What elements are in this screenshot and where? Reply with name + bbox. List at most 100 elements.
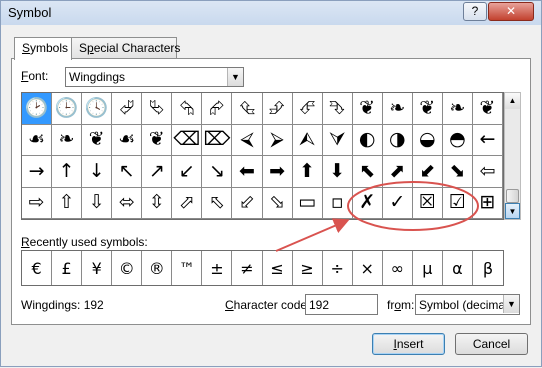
- recent-symbol[interactable]: ™: [172, 251, 203, 285]
- symbol-cell[interactable]: ▫: [322, 187, 353, 219]
- symbol-cell[interactable]: ✓: [382, 187, 413, 219]
- symbol-cell[interactable]: ⮚: [262, 124, 293, 156]
- symbol-cell[interactable]: ⬃: [232, 187, 263, 219]
- symbol-cell[interactable]: ⇧: [52, 187, 83, 219]
- symbol-cell[interactable]: ⬆: [292, 156, 323, 188]
- symbol-cell[interactable]: ❦: [352, 93, 383, 125]
- symbol-cell[interactable]: ⮲: [172, 93, 203, 125]
- scroll-down-icon[interactable]: ▼: [505, 203, 520, 219]
- symbol-cell[interactable]: ❦: [412, 93, 443, 125]
- symbol-cell[interactable]: ←: [472, 124, 503, 156]
- chevron-down-icon[interactable]: ▼: [227, 68, 243, 86]
- help-button[interactable]: ?: [463, 2, 487, 21]
- recent-symbol[interactable]: ∞: [383, 251, 413, 285]
- symbol-cell[interactable]: ☑: [442, 187, 473, 219]
- recent-symbol[interactable]: β: [473, 251, 503, 285]
- symbol-cell[interactable]: ↑: [52, 156, 83, 188]
- symbol-cell[interactable]: ❧: [442, 93, 473, 125]
- symbol-dialog: Symbol ? ✕ Symbols Special Characters Fo…: [0, 0, 542, 367]
- symbol-cell[interactable]: ⮷: [322, 93, 353, 125]
- recent-symbol[interactable]: ÷: [323, 251, 353, 285]
- symbol-cell[interactable]: ⌫: [172, 124, 203, 156]
- symbol-cell[interactable]: ⬋: [412, 156, 443, 188]
- symbol-cell[interactable]: ⇩: [82, 187, 113, 219]
- close-button[interactable]: ✕: [488, 2, 534, 21]
- symbol-cell[interactable]: ⮳: [202, 93, 233, 125]
- symbol-cell[interactable]: ☒: [412, 187, 443, 219]
- symbol-cell[interactable]: ⮴: [232, 93, 263, 125]
- scroll-up-icon[interactable]: ▲: [505, 93, 520, 109]
- recent-symbol[interactable]: €: [22, 251, 53, 285]
- character-code-label: Character code:: [225, 298, 311, 312]
- symbol-cell[interactable]: ↙: [172, 156, 203, 188]
- symbol-cell[interactable]: ⬇: [322, 156, 353, 188]
- symbol-cell[interactable]: ⮛: [322, 124, 353, 156]
- symbol-cell[interactable]: →: [22, 156, 53, 188]
- symbol-cell[interactable]: ➡: [262, 156, 293, 188]
- symbol-cell[interactable]: ⬈: [382, 156, 413, 188]
- from-dropdown[interactable]: Symbol (decimal) ▼: [415, 294, 520, 315]
- symbol-cell[interactable]: ⬁: [202, 187, 233, 219]
- symbol-cell[interactable]: ⬊: [442, 156, 473, 188]
- symbol-cell[interactable]: ⬉: [352, 156, 383, 188]
- symbol-cell[interactable]: ⇦: [472, 156, 503, 188]
- symbol-cell[interactable]: ⬀: [172, 187, 203, 219]
- symbol-cell[interactable]: ⬅: [232, 156, 263, 188]
- symbol-cell[interactable]: ↓: [82, 156, 113, 188]
- recent-symbol[interactable]: µ: [413, 251, 443, 285]
- symbol-cell[interactable]: ☙: [22, 124, 53, 156]
- tab-special-characters[interactable]: Special Characters: [71, 37, 180, 59]
- symbol-cell[interactable]: ⬂: [262, 187, 293, 219]
- symbol-cell[interactable]: ☙: [112, 124, 143, 156]
- recent-symbol[interactable]: ×: [353, 251, 383, 285]
- recent-symbol[interactable]: ©: [112, 251, 143, 285]
- symbol-cell[interactable]: ✗: [352, 187, 383, 219]
- symbol-cell[interactable]: ◑: [382, 124, 413, 156]
- symbol-cell[interactable]: ⊞: [472, 187, 503, 219]
- symbol-cell[interactable]: ⌦: [202, 124, 233, 156]
- symbol-grid: 🕑 🕒 🕓 ⮰ ⮱ ⮲ ⮳ ⮴ ⮵ ⮶ ⮷ ❦ ❧ ❦ ❧ ❦ ☙ ❧ ❦ ☙ ❦ ⌫ ⌦ ⮘ ⮚ ⮙ ⮛ ◐ ◑ ◒ ◓ ← → ↑ ↓ ↖ ↗ ↙ ↘ ⬅…: [21, 92, 504, 220]
- recent-symbol[interactable]: ≥: [293, 251, 323, 285]
- symbol-cell[interactable]: ◐: [352, 124, 383, 156]
- character-code-input[interactable]: 192: [305, 294, 378, 315]
- recent-symbol[interactable]: ¥: [82, 251, 113, 285]
- symbol-cell[interactable]: ⮶: [292, 93, 323, 125]
- cancel-button[interactable]: Cancel: [455, 333, 528, 355]
- recent-symbol[interactable]: α: [443, 251, 473, 285]
- symbol-cell[interactable]: ⇨: [22, 187, 53, 219]
- font-label: Font:: [21, 69, 49, 83]
- insert-button[interactable]: Insert: [372, 333, 445, 355]
- symbol-cell[interactable]: ⮰: [112, 93, 143, 125]
- symbol-cell[interactable]: 🕑: [22, 93, 53, 125]
- recent-symbol[interactable]: £: [52, 251, 83, 285]
- symbol-cell[interactable]: 🕓: [82, 93, 113, 125]
- symbol-cell[interactable]: ↘: [202, 156, 233, 188]
- symbol-cell[interactable]: ⮙: [292, 124, 323, 156]
- symbol-cell[interactable]: ↖: [112, 156, 143, 188]
- symbol-cell[interactable]: ❦: [472, 93, 503, 125]
- recent-symbol[interactable]: ±: [202, 251, 233, 285]
- symbol-cell[interactable]: ❦: [142, 124, 173, 156]
- symbol-cell[interactable]: ⬄: [112, 187, 143, 219]
- symbol-cell[interactable]: ▭: [292, 187, 323, 219]
- symbol-cell[interactable]: ◒: [412, 124, 443, 156]
- symbol-cell[interactable]: ⮱: [142, 93, 173, 125]
- symbol-cell[interactable]: ↗: [142, 156, 173, 188]
- tab-symbols[interactable]: Symbols: [14, 37, 72, 60]
- symbol-cell[interactable]: 🕒: [52, 93, 83, 125]
- font-dropdown[interactable]: Wingdings ▼: [65, 67, 244, 87]
- window-title: Symbol: [8, 5, 52, 20]
- grid-scrollbar[interactable]: ▲ ▼: [504, 92, 521, 220]
- symbol-cell[interactable]: ❧: [52, 124, 83, 156]
- symbol-cell[interactable]: ⇳: [142, 187, 173, 219]
- scroll-thumb[interactable]: [506, 189, 519, 203]
- symbol-cell[interactable]: ⮘: [232, 124, 263, 156]
- symbol-cell[interactable]: ◓: [442, 124, 473, 156]
- recent-symbol[interactable]: ≠: [232, 251, 263, 285]
- recent-symbol[interactable]: ®: [142, 251, 173, 285]
- recent-symbol[interactable]: ≤: [263, 251, 293, 285]
- symbol-cell[interactable]: ❦: [82, 124, 113, 156]
- symbol-cell[interactable]: ❧: [382, 93, 413, 125]
- symbol-cell[interactable]: ⮵: [262, 93, 293, 125]
- chevron-down-icon[interactable]: ▼: [503, 295, 519, 313]
